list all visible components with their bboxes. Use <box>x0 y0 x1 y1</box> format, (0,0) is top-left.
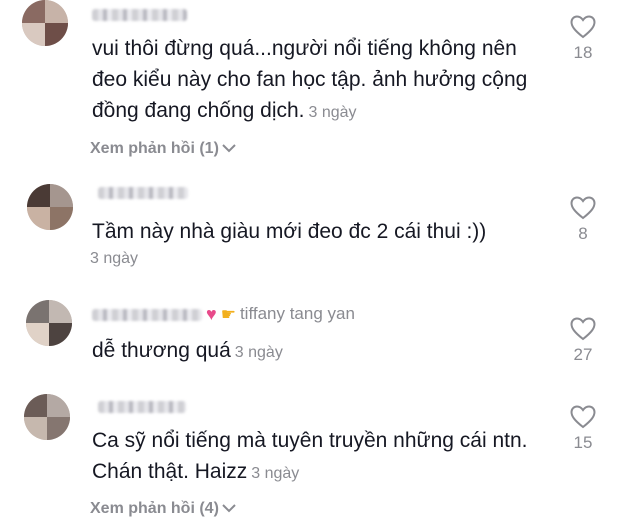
heart-outline-icon <box>570 196 596 220</box>
like-button[interactable]: 18 <box>563 15 603 63</box>
view-replies-button[interactable]: Xem phản hồi (4) <box>90 500 236 518</box>
comment-time: 3 ngày <box>251 465 300 482</box>
comment-username[interactable] <box>92 6 187 24</box>
comment-text: Ca sỹ nổi tiếng mà tuyên truyền những cá… <box>92 429 528 483</box>
comment-username[interactable] <box>98 398 186 416</box>
avatar[interactable] <box>27 184 73 230</box>
chevron-down-icon <box>222 500 236 518</box>
heart-outline-icon <box>570 15 596 39</box>
heart-outline-icon <box>570 405 596 429</box>
blurred-username <box>98 400 186 413</box>
comment-text: vui thôi đừng quá...người nổi tiếng khôn… <box>92 37 528 122</box>
like-button[interactable]: 27 <box>563 317 603 365</box>
comment-time: 3 ngày <box>234 344 283 361</box>
comment-item: Tầm này nhà giàu mới đeo đc 2 cái thui :… <box>0 180 620 290</box>
comment-time: 3 ngày <box>308 104 357 121</box>
comment-item: Ca sỹ nổi tiếng mà tuyên truyền những cá… <box>0 390 620 517</box>
comment-text: Tầm này nhà giàu mới đeo đc 2 cái thui :… <box>92 220 487 243</box>
like-count: 27 <box>573 345 593 364</box>
avatar[interactable] <box>24 394 70 440</box>
like-count: 18 <box>573 43 593 62</box>
avatar[interactable] <box>22 0 68 46</box>
like-count: 8 <box>578 224 588 243</box>
blurred-username <box>92 308 202 321</box>
comment-item: ♥ ☛ tiffany tang yan dễ thương quá 3 ngày 2… <box>0 295 620 375</box>
comment-text: dễ thương quá 3 ngày <box>92 339 283 362</box>
blurred-username <box>98 186 188 199</box>
view-replies-button[interactable]: Xem phản hồi (1) <box>90 140 236 158</box>
pointing-hand-emoji: ☛ <box>220 304 236 324</box>
heart-outline-icon <box>570 317 596 341</box>
comment-username[interactable] <box>98 184 188 202</box>
comment-time: 3 ngày <box>90 250 139 267</box>
chevron-down-icon <box>222 140 236 158</box>
blurred-username <box>92 8 187 21</box>
like-button[interactable]: 8 <box>563 196 603 244</box>
like-button[interactable]: 15 <box>563 405 603 453</box>
mention-name[interactable]: tiffany tang yan <box>240 304 355 323</box>
like-count: 15 <box>573 433 593 452</box>
comment-item: vui thôi đừng quá...người nổi tiếng khôn… <box>0 0 620 170</box>
comment-username[interactable]: ♥ ☛ tiffany tang yan <box>92 304 355 325</box>
avatar[interactable] <box>26 300 72 346</box>
pink-heart-emoji: ♥ <box>206 304 217 325</box>
